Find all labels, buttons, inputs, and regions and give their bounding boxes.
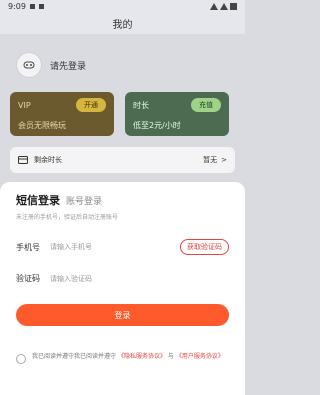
card-icon xyxy=(18,156,28,164)
status-bar: 9:09 xyxy=(0,0,245,12)
agreement-prefix: 我已阅读并遵守我已阅读并遵守 xyxy=(32,353,117,360)
login-hint: 未注册的手机号，验证后自动注册账号 xyxy=(16,214,119,221)
user-agreement-link[interactable]: 《用户服务协议》 xyxy=(176,353,224,360)
signal-icon xyxy=(220,2,228,10)
agreement-and: 与 xyxy=(167,353,174,360)
wifi-icon xyxy=(210,2,218,10)
time-title: 时长 xyxy=(133,100,149,110)
notification-icon xyxy=(29,3,35,9)
remaining-time-row[interactable]: 剩余时长 暂无 > xyxy=(10,147,235,173)
vip-subtitle: 会员无限畅玩 xyxy=(18,121,66,130)
login-prompt: 请先登录 xyxy=(50,61,87,72)
status-time: 9:09 xyxy=(8,1,26,11)
remaining-value: 暂无 xyxy=(203,156,218,164)
tab-account-login[interactable]: 账号登录 xyxy=(66,194,102,207)
remaining-label: 剩余时长 xyxy=(34,156,62,164)
agreement-row: 我已阅读并遵守我已阅读并遵守 《隐私服务协议》 与 《用户服务协议》 xyxy=(16,352,229,364)
page-header: 我的 xyxy=(0,12,245,34)
code-input[interactable]: 请输入验证码 xyxy=(50,274,229,284)
phone-input[interactable]: 请输入手机号 xyxy=(50,242,180,252)
login-tabs: 短信登录 账号登录 xyxy=(16,192,229,208)
vip-open-button[interactable]: 开通 xyxy=(76,98,106,112)
gamepad-icon xyxy=(23,61,35,69)
privacy-link[interactable]: 《隐私服务协议》 xyxy=(118,353,166,360)
page-title: 我的 xyxy=(112,19,133,31)
login-modal: 短信登录 账号登录 未注册的手机号，验证后自动注册账号 手机号 请输入手机号 获… xyxy=(0,182,245,395)
avatar xyxy=(16,52,42,78)
login-prompt-row[interactable]: 请先登录 xyxy=(16,52,86,78)
status-icon xyxy=(38,3,44,9)
vip-card[interactable]: VIP 开通 会员无限畅玩 xyxy=(10,92,114,136)
code-label: 验证码 xyxy=(16,274,40,283)
vip-title: VIP xyxy=(18,100,31,110)
code-field-row: 验证码 请输入验证码 xyxy=(16,273,229,284)
time-card[interactable]: 时长 充值 低至2元/小时 xyxy=(125,92,229,136)
chevron-right-icon: > xyxy=(221,156,227,164)
phone-field-row: 手机号 请输入手机号 获取验证码 xyxy=(16,239,229,255)
battery-icon xyxy=(230,2,237,10)
agreement-radio[interactable] xyxy=(16,354,26,364)
recharge-button[interactable]: 充值 xyxy=(191,98,221,112)
time-subtitle: 低至2元/小时 xyxy=(133,121,181,130)
phone-label: 手机号 xyxy=(16,242,40,252)
tab-sms-login[interactable]: 短信登录 xyxy=(16,192,60,208)
login-button[interactable]: 登录 xyxy=(16,304,229,326)
get-code-button[interactable]: 获取验证码 xyxy=(180,239,229,255)
